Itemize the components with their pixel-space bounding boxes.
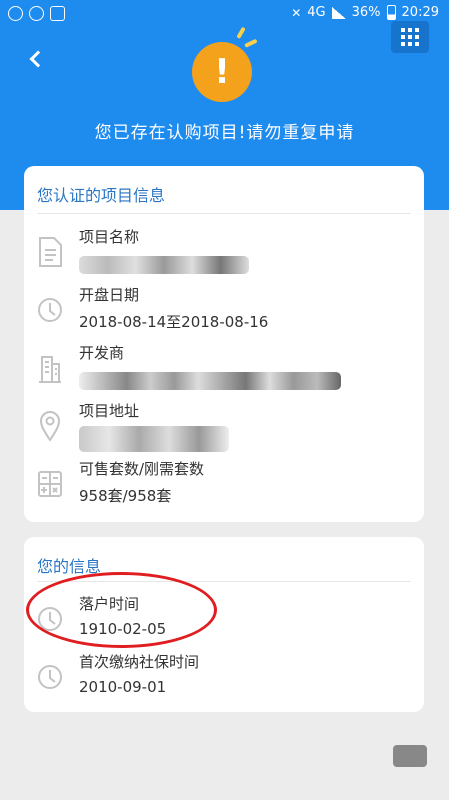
chat-icon — [29, 6, 44, 21]
clock-icon — [38, 298, 62, 322]
mute-icon: ✕ — [291, 5, 302, 20]
divider — [37, 213, 411, 214]
location-pin-icon — [39, 411, 61, 442]
clock-icon — [38, 665, 62, 689]
back-button[interactable] — [26, 47, 48, 73]
status-bar: ✕ 4G 36% 20:29 — [0, 0, 449, 30]
battery-percent: 36% — [351, 5, 381, 20]
info-row-opening-date: 开盘日期 2018-08-14至2018-08-16 — [34, 284, 414, 346]
redacted-value — [79, 426, 229, 452]
redacted-value — [79, 372, 341, 390]
row-label: 项目名称 — [79, 228, 140, 246]
warning-ray — [244, 38, 258, 48]
info-row-developer: 开发商 — [34, 342, 414, 404]
signal-icon — [331, 6, 346, 19]
red-annotation-circle — [26, 572, 217, 648]
row-label: 开盘日期 — [79, 286, 140, 304]
document-icon — [39, 237, 62, 267]
info-row-social-security-date: 首次缴纳社保时间 2010-09-01 — [34, 651, 414, 713]
clock-time: 20:29 — [401, 5, 439, 20]
network-type: 4G — [307, 5, 326, 20]
warning-icon: ! — [192, 42, 252, 102]
app-icon — [50, 6, 65, 21]
battery-icon — [386, 5, 396, 20]
row-value: 2010-09-01 — [79, 678, 167, 696]
row-value: 958套/958套 — [79, 487, 172, 505]
row-label: 项目地址 — [79, 402, 140, 420]
card-title: 您认证的项目信息 — [37, 186, 166, 205]
row-label: 首次缴纳社保时间 — [79, 653, 200, 671]
duplicate-warning-message: 您已存在认购项目!请勿重复申请 — [94, 123, 355, 143]
floating-button[interactable] — [393, 745, 427, 767]
info-row-address: 项目地址 — [34, 400, 414, 462]
info-row-project-name: 项目名称 — [34, 226, 414, 288]
row-label: 可售套数/刚需套数 — [79, 460, 205, 478]
chevron-left-icon — [29, 50, 47, 68]
more-menu-button[interactable] — [391, 21, 429, 53]
project-info-card: 您认证的项目信息 项目名称 开盘日期 2018-08-14至2018-08-16… — [24, 166, 424, 522]
row-label: 开发商 — [79, 344, 125, 362]
notification-icon — [8, 6, 23, 21]
redacted-value — [79, 256, 249, 274]
row-value: 2018-08-14至2018-08-16 — [79, 313, 269, 331]
calculator-icon — [38, 471, 62, 497]
info-row-units: 可售套数/刚需套数 958套/958套 — [34, 458, 414, 520]
building-icon — [39, 356, 61, 383]
